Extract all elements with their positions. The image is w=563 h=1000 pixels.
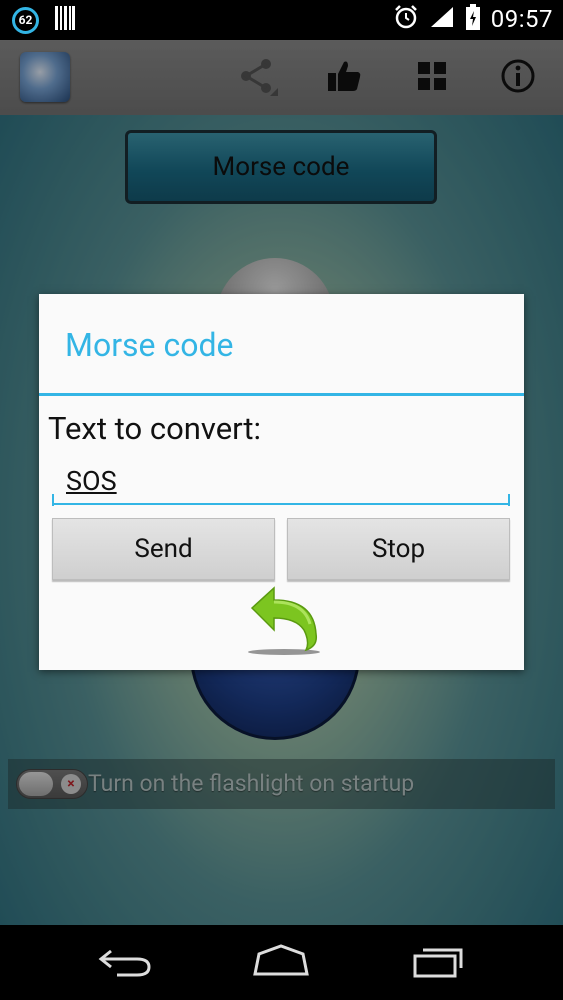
input-underline-edge [508,494,510,506]
dialog-title: Morse code [65,326,234,364]
notification-count-badge: 62 [12,6,39,34]
nav-home-button[interactable] [246,939,316,987]
nav-back-button[interactable] [90,939,160,987]
input-underline-edge [52,494,54,506]
back-arrow-button[interactable] [244,584,324,664]
battery-charging-icon [465,4,481,34]
dialog-title-divider [39,393,524,396]
alarm-icon [393,4,419,34]
text-to-convert-label: Text to convert: [48,410,262,447]
back-icon [97,945,153,981]
clock: 09:57 [490,5,553,33]
text-to-convert-input[interactable] [52,459,510,505]
recents-icon [411,944,467,982]
home-icon [251,944,311,982]
stop-button[interactable]: Stop [287,518,510,580]
back-arrow-icon [244,586,324,668]
barcode-icon [55,6,75,34]
signal-icon [429,5,455,33]
morse-code-dialog: Morse code Text to convert: Send Stop [39,294,524,670]
navigation-bar [0,925,563,1000]
status-bar: 62 09:57 [0,0,563,40]
nav-recents-button[interactable] [404,939,474,987]
send-button[interactable]: Send [52,518,275,580]
